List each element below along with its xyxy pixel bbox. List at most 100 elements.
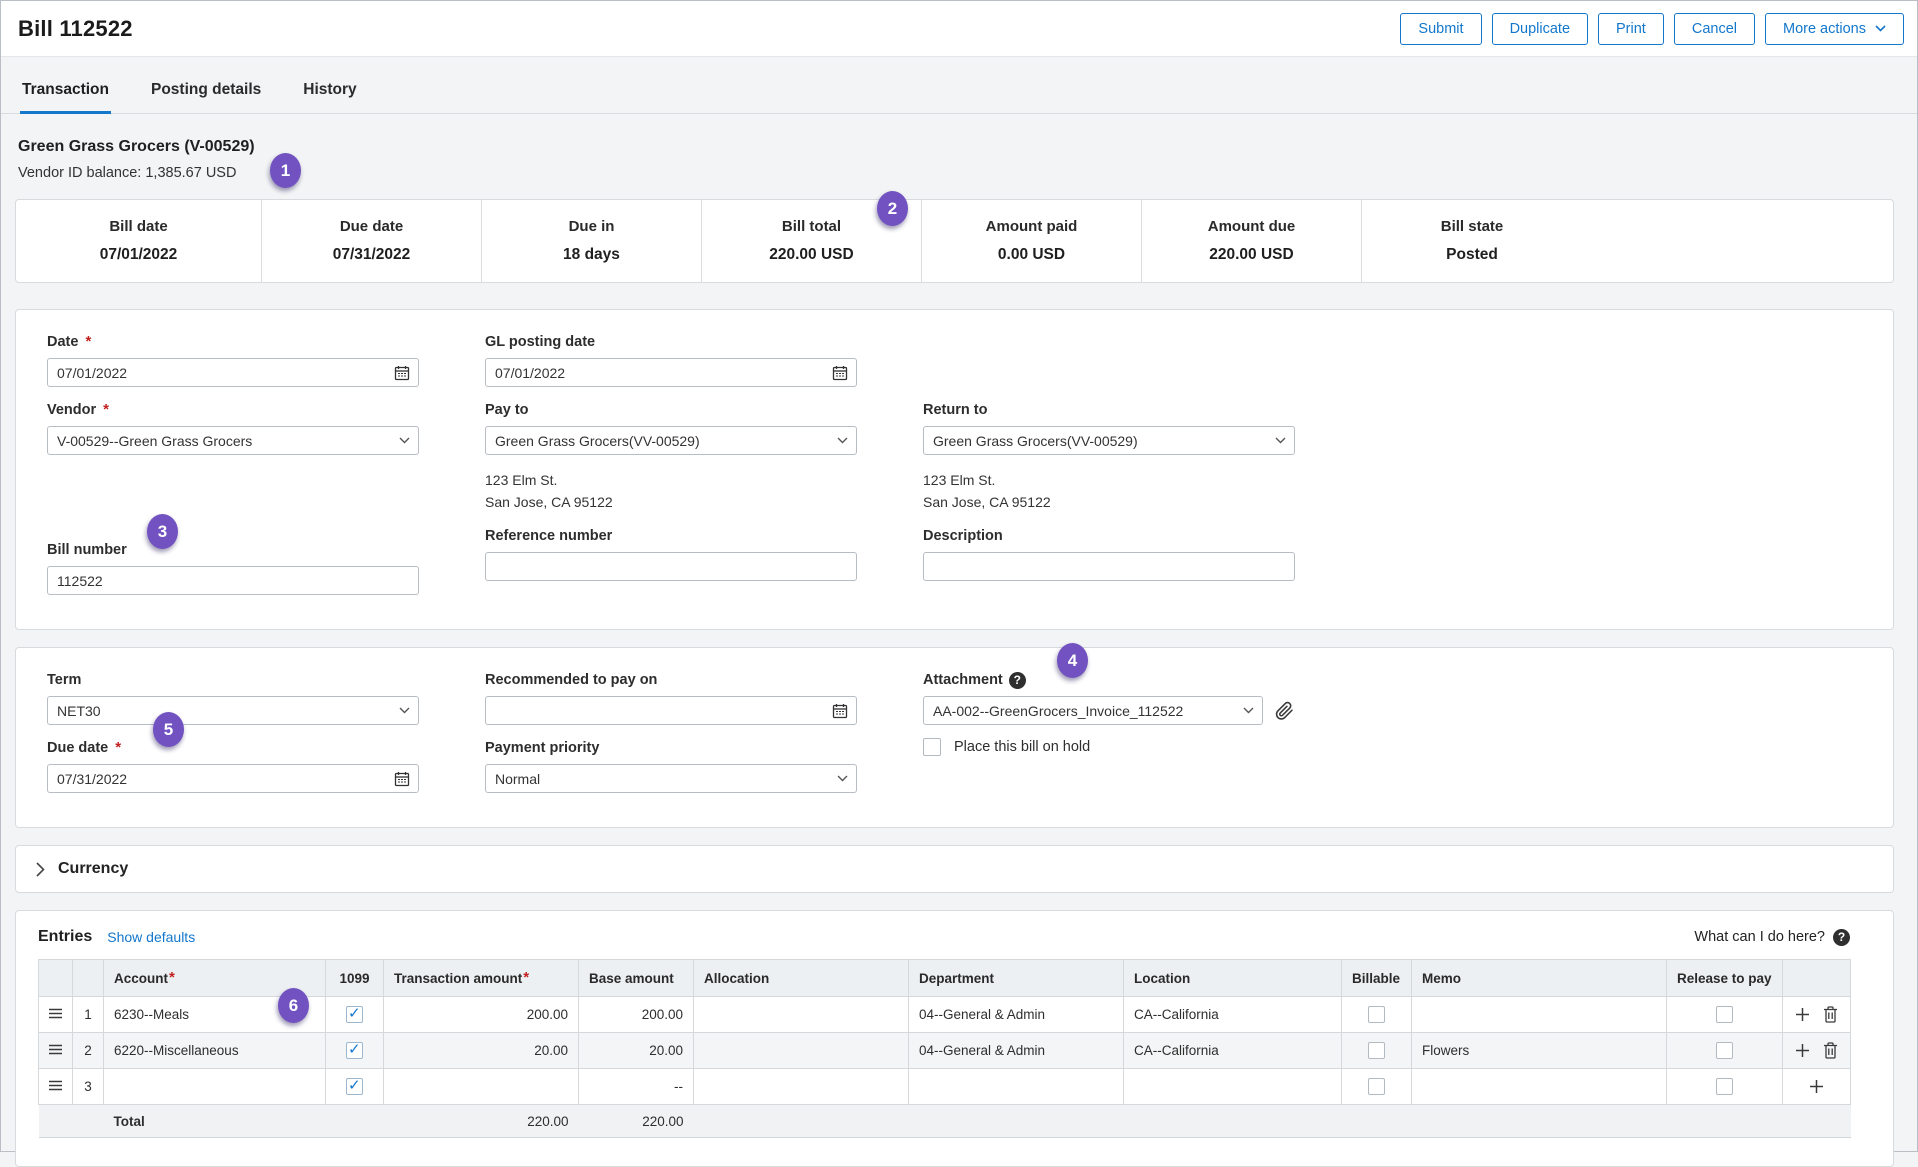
billable-checkbox[interactable]: [1368, 1078, 1385, 1095]
terms-col-2: Recommended to pay on Payment priority N…: [485, 671, 857, 807]
description-input[interactable]: [923, 552, 1295, 581]
cancel-button[interactable]: Cancel: [1674, 13, 1755, 45]
what-can-i-do-here[interactable]: What can I do here? ?: [1694, 929, 1850, 946]
total-transaction-amount: 220.00: [384, 1105, 579, 1138]
department-cell[interactable]: 04--General & Admin: [909, 997, 1124, 1033]
return-to-address: 123 Elm St. San Jose, CA 95122: [923, 469, 1383, 513]
base-amount-cell: --: [579, 1069, 694, 1105]
help-icon[interactable]: ?: [1009, 672, 1026, 689]
chevron-down-icon: [837, 775, 848, 782]
col-billable: Billable: [1342, 960, 1412, 997]
allocation-cell[interactable]: [694, 997, 909, 1033]
location-cell[interactable]: CA--California: [1124, 1033, 1342, 1069]
currency-section-toggle[interactable]: Currency: [15, 845, 1894, 893]
calendar-icon[interactable]: [394, 365, 410, 381]
release-to-pay-checkbox[interactable]: [1716, 1078, 1733, 1095]
chevron-down-icon: [837, 437, 848, 444]
location-cell[interactable]: [1124, 1069, 1342, 1105]
calendar-icon[interactable]: [394, 771, 410, 787]
return-to-label: Return to: [923, 401, 987, 419]
attachment-select[interactable]: AA-002--GreenGrocers_Invoice_112522: [923, 696, 1263, 725]
account-cell[interactable]: [104, 1069, 326, 1105]
description-label: Description: [923, 527, 1003, 545]
hold-checkbox[interactable]: [923, 738, 941, 756]
vendor-select[interactable]: V-00529--Green Grass Grocers: [47, 426, 419, 455]
add-row-icon[interactable]: [1795, 1043, 1810, 1058]
billable-checkbox[interactable]: [1368, 1042, 1385, 1059]
return-to-select[interactable]: Green Grass Grocers(VV-00529): [923, 426, 1295, 455]
date-input-text[interactable]: [57, 365, 388, 381]
drag-handle-icon[interactable]: [48, 1044, 63, 1055]
total-label: Total: [104, 1105, 326, 1138]
1099-checkbox[interactable]: [346, 1006, 363, 1023]
more-actions-button[interactable]: More actions: [1765, 13, 1904, 45]
submit-button[interactable]: Submit: [1400, 13, 1481, 45]
duplicate-button[interactable]: Duplicate: [1492, 13, 1588, 45]
delete-row-icon[interactable]: [1823, 1042, 1838, 1059]
tab-transaction[interactable]: Transaction: [20, 81, 111, 114]
release-to-pay-checkbox[interactable]: [1716, 1006, 1733, 1023]
paperclip-icon[interactable]: [1275, 701, 1294, 721]
calendar-icon[interactable]: [832, 703, 848, 719]
row-number: 2: [73, 1033, 104, 1069]
date-input[interactable]: [47, 358, 419, 387]
drag-handle-icon[interactable]: [48, 1008, 63, 1019]
date-label: Date: [47, 333, 91, 351]
add-row-icon[interactable]: [1809, 1079, 1824, 1094]
release-to-pay-checkbox[interactable]: [1716, 1042, 1733, 1059]
1099-checkbox[interactable]: [346, 1078, 363, 1095]
memo-cell[interactable]: Flowers: [1412, 1033, 1667, 1069]
account-cell[interactable]: 6220--Miscellaneous: [104, 1033, 326, 1069]
vendor-field: Vendor V-00529--Green Grass Grocers: [47, 401, 419, 455]
callout-badge-1: 1: [270, 153, 301, 188]
base-amount-cell: 200.00: [579, 997, 694, 1033]
calendar-icon[interactable]: [832, 365, 848, 381]
term-select[interactable]: NET30: [47, 696, 419, 725]
reference-number-input[interactable]: [485, 552, 857, 581]
pay-to-select[interactable]: Green Grass Grocers(VV-00529): [485, 426, 857, 455]
print-button[interactable]: Print: [1598, 13, 1664, 45]
bill-number-label: Bill number 3: [47, 541, 127, 559]
page-title: Bill 112522: [18, 16, 133, 42]
memo-cell[interactable]: [1412, 997, 1667, 1033]
recommended-to-pay-input[interactable]: [485, 696, 857, 725]
currency-section-label: Currency: [58, 860, 128, 878]
account-cell[interactable]: 6230--Meals 6: [104, 997, 326, 1033]
gl-posting-date-input[interactable]: [485, 358, 857, 387]
details-col-1: Date Vendor V-00529--Green Grass Grocers: [47, 333, 419, 609]
drag-handle-icon[interactable]: [48, 1080, 63, 1091]
col-row-actions: [1783, 960, 1851, 997]
payment-priority-field: Payment priority Normal: [485, 739, 857, 793]
memo-cell[interactable]: [1412, 1069, 1667, 1105]
delete-row-icon[interactable]: [1823, 1006, 1838, 1023]
billable-checkbox[interactable]: [1368, 1006, 1385, 1023]
due-date-field: Due date 5: [47, 739, 419, 793]
col-memo: Memo: [1412, 960, 1667, 997]
department-cell[interactable]: 04--General & Admin: [909, 1033, 1124, 1069]
transaction-amount-cell[interactable]: [384, 1069, 579, 1105]
allocation-cell[interactable]: [694, 1069, 909, 1105]
entry-row-3: 3 --: [39, 1069, 1851, 1105]
summary-amount-due: Amount due220.00 USD: [1142, 200, 1362, 282]
due-date-input[interactable]: [47, 764, 419, 793]
transaction-amount-cell[interactable]: 20.00: [384, 1033, 579, 1069]
attachment-field: Attachment ? 4 AA-002--GreenGrocers_Invo…: [923, 671, 1383, 756]
show-defaults-link[interactable]: Show defaults: [107, 929, 195, 945]
date-field: Date: [47, 333, 419, 387]
payment-priority-select[interactable]: Normal: [485, 764, 857, 793]
title-bar: Bill 112522 Submit Duplicate Print Cance…: [1, 1, 1917, 57]
add-row-icon[interactable]: [1795, 1007, 1810, 1022]
location-cell[interactable]: CA--California: [1124, 997, 1342, 1033]
entries-header: Entries Show defaults What can I do here…: [38, 928, 1850, 946]
tab-bar: Transaction Posting details History: [1, 57, 1917, 114]
entry-row-1: 1 6230--Meals 6 200.00 200.00 04--Genera…: [39, 997, 1851, 1033]
department-cell[interactable]: [909, 1069, 1124, 1105]
tab-history[interactable]: History: [301, 81, 358, 114]
transaction-amount-cell[interactable]: 200.00: [384, 997, 579, 1033]
bill-number-input[interactable]: [47, 566, 419, 595]
due-date-label: Due date 5: [47, 739, 121, 757]
summary-due-date: Due date07/31/2022: [262, 200, 482, 282]
1099-checkbox[interactable]: [346, 1042, 363, 1059]
allocation-cell[interactable]: [694, 1033, 909, 1069]
tab-posting-details[interactable]: Posting details: [149, 81, 263, 114]
